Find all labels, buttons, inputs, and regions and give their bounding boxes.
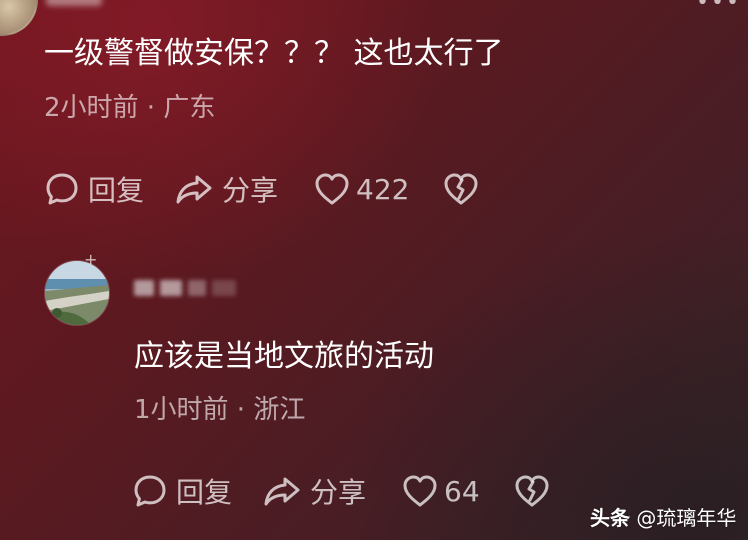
comment-actions: 回复 分享 422 [44, 169, 479, 209]
username-blurred [134, 276, 238, 300]
dislike-button[interactable] [514, 474, 550, 508]
reply-actions: 回复 分享 64 [132, 471, 550, 511]
chat-bubble-icon [44, 171, 80, 207]
chat-bubble-icon [132, 473, 168, 509]
like-button[interactable]: 422 [314, 172, 409, 206]
comment-text: 一级警督做安保？？？ 这也太行了 [44, 36, 504, 71]
like-count: 422 [356, 172, 410, 206]
dislike-button[interactable] [443, 172, 479, 206]
reply-text: 应该是当地文旅的活动 [134, 339, 434, 374]
share-arrow-icon [174, 171, 214, 207]
like-count: 64 [444, 474, 480, 508]
broken-heart-icon [443, 172, 479, 206]
reply-button[interactable]: 回复 [132, 471, 232, 511]
heart-icon [402, 474, 438, 508]
reply-button[interactable]: 回复 [44, 169, 144, 209]
share-label: 分享 [222, 174, 279, 207]
share-button[interactable]: 分享 [262, 471, 366, 511]
watermark-brand: 头条 [590, 506, 630, 530]
username-blurred [46, 0, 102, 6]
broken-heart-icon [514, 474, 550, 508]
like-button[interactable]: 64 [402, 474, 480, 508]
watermark-handle: @琉璃年华 [636, 506, 737, 530]
watermark: 头条 @琉璃年华 [590, 502, 736, 531]
avatar[interactable] [0, 0, 38, 36]
heart-icon [314, 172, 350, 206]
reply-label: 回复 [88, 174, 145, 207]
share-button[interactable]: 分享 [174, 169, 278, 209]
reply-meta: 1小时前 · 浙江 [134, 395, 306, 425]
reply-label: 回复 [176, 476, 233, 509]
comment-meta: 2小时前 · 广东 [44, 93, 216, 123]
more-dots-icon[interactable]: ••• [696, 0, 741, 15]
share-arrow-icon [262, 473, 302, 509]
share-label: 分享 [310, 476, 367, 509]
avatar[interactable] [44, 260, 110, 326]
